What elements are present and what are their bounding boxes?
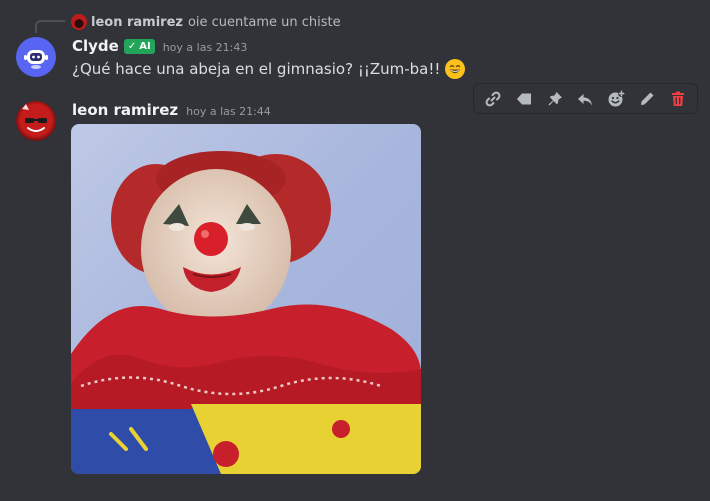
grinning-face-emoji-icon[interactable]	[444, 58, 466, 80]
clyde-avatar[interactable]	[16, 37, 56, 77]
timestamp[interactable]: hoy a las 21:44	[186, 105, 271, 118]
reply-text[interactable]: oie cuentame un chiste	[188, 15, 341, 30]
message-text: ¿Qué hace una abeja en el gimnasio? ¡¡Zu…	[72, 60, 441, 78]
delete-trash-icon[interactable]	[666, 87, 690, 111]
ai-badge-label: AI	[139, 41, 151, 52]
ai-badge: ✓ AI	[123, 39, 155, 54]
edit-pencil-icon[interactable]	[635, 87, 659, 111]
author-name[interactable]: Clyde	[72, 37, 119, 55]
message-content: ¿Qué hace una abeja en el gimnasio? ¡¡Zu…	[72, 58, 466, 80]
timestamp[interactable]: hoy a las 21:43	[163, 41, 248, 54]
add-reaction-icon[interactable]	[604, 87, 628, 111]
pin-icon[interactable]	[543, 87, 567, 111]
check-icon: ✓	[127, 41, 137, 52]
clown-image-attachment[interactable]	[71, 124, 421, 474]
leon-message-header: leon ramirez hoy a las 21:44	[72, 101, 271, 119]
reply-connector	[35, 20, 65, 33]
tag-icon[interactable]	[512, 87, 536, 111]
reply-author[interactable]: leon ramirez	[91, 15, 183, 30]
copy-link-icon[interactable]	[481, 87, 505, 111]
reply-avatar[interactable]	[71, 14, 87, 30]
chat-view: leon ramirez oie cuentame un chiste Clyd…	[0, 0, 710, 501]
red-face-avatar-icon	[22, 104, 47, 132]
reply-preview[interactable]: leon ramirez oie cuentame un chiste	[71, 13, 341, 31]
clyde-robot-icon	[24, 50, 48, 69]
message-actions-toolbar	[473, 83, 698, 114]
reply-icon[interactable]	[573, 87, 597, 111]
leon-ramirez-avatar[interactable]	[16, 101, 56, 141]
clown-photo-image	[71, 124, 421, 474]
clyde-message-header: Clyde ✓ AI hoy a las 21:43	[72, 37, 247, 56]
author-name[interactable]: leon ramirez	[72, 101, 178, 119]
